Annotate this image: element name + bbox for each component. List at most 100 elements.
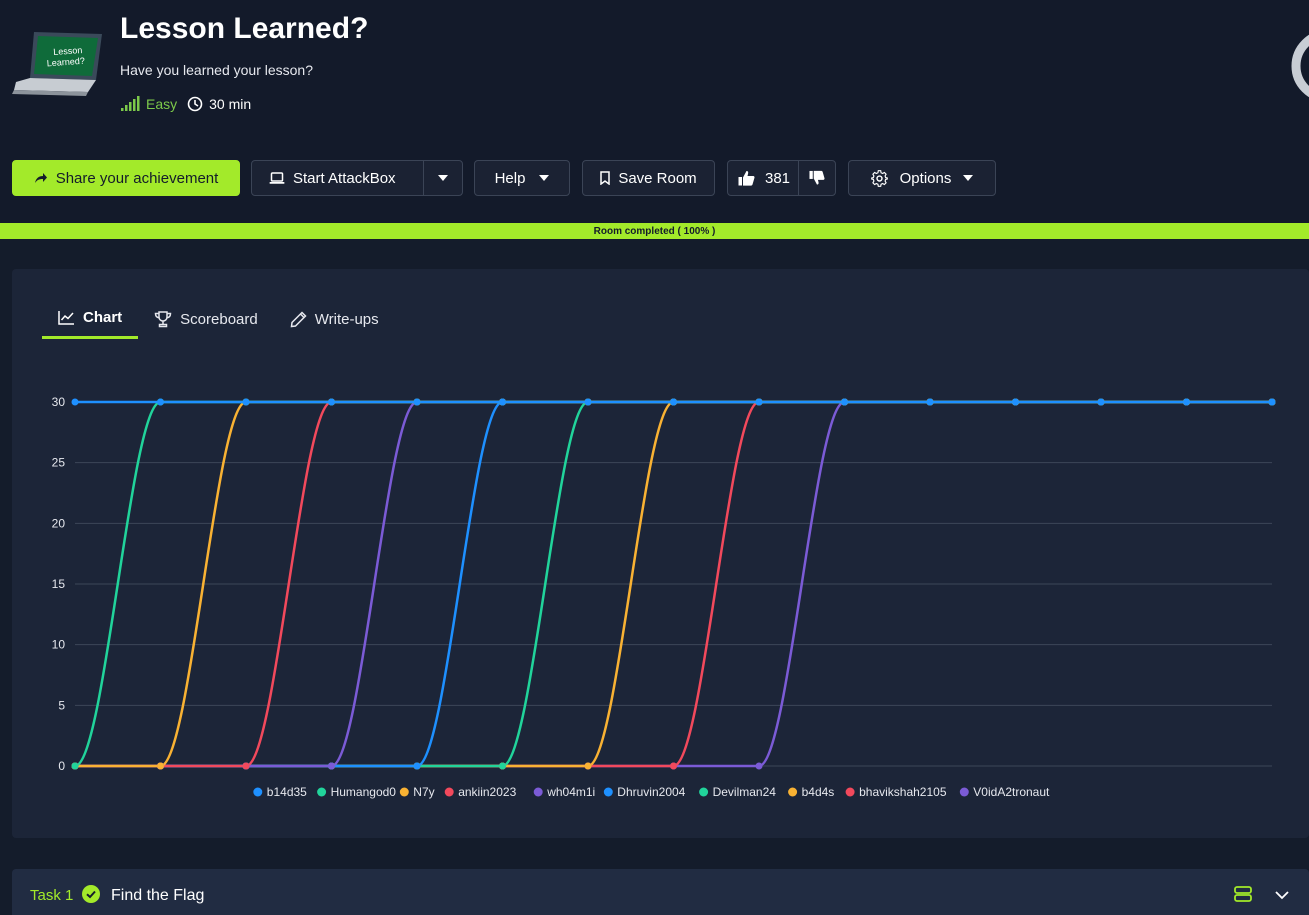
legend-label: b4d4s	[802, 785, 835, 799]
clock-icon	[187, 96, 203, 112]
legend-marker-Humangod0	[317, 787, 327, 797]
legend-label: Dhruvin2004	[617, 785, 685, 799]
legend-marker-bhavikshah2105	[845, 787, 855, 797]
legend-label: Devilman24	[713, 785, 777, 799]
gear-icon	[870, 169, 888, 187]
data-point-b4d4s	[584, 762, 592, 770]
y-tick-label: 25	[52, 456, 66, 470]
bookmark-icon	[600, 171, 611, 185]
like-button[interactable]: 381	[728, 161, 800, 195]
legend-label: bhavikshah2105	[859, 785, 947, 799]
data-point-V0idA2tronaut	[755, 762, 763, 770]
pencil-icon	[290, 310, 307, 327]
chevron-down-icon[interactable]	[1274, 887, 1290, 903]
legend-label: N7y	[413, 785, 434, 799]
data-point-Dhruvin2004	[413, 762, 421, 770]
data-point-b14d35	[1012, 398, 1019, 406]
tab-scoreboard[interactable]: Scoreboard	[138, 299, 274, 339]
save-room-button[interactable]: Save Room	[582, 160, 715, 196]
completion-line-chart: 0 5 10 15 20 25 30 b14d35 Humangod0 N7y ankiin2023…	[52, 395, 1276, 799]
check-circle-icon	[82, 885, 100, 903]
room-progress-bar: Room completed ( 100% )	[0, 223, 1309, 239]
legend-label: Humangod0	[331, 785, 397, 799]
share-arrow-icon	[34, 173, 47, 183]
data-point-ankiin2023	[242, 762, 250, 770]
start-attackbox-button[interactable]: Start AttackBox	[252, 161, 424, 195]
help-label: Help	[494, 169, 526, 187]
legend-label: wh04m1i	[546, 785, 595, 799]
data-point-b14d35	[926, 398, 934, 406]
trophy-icon	[154, 310, 172, 327]
attackbox-label: Start AttackBox	[293, 169, 396, 187]
legend-label: V0idA2tronaut	[973, 785, 1050, 799]
legend-label: b14d35	[267, 785, 307, 799]
share-achievement-button[interactable]: Share your achievement	[12, 160, 240, 196]
tab-chart-label: Chart	[83, 309, 123, 326]
task-row[interactable]: Task 1 Find the Flag	[12, 869, 1309, 915]
difficulty: Easy	[120, 96, 177, 112]
data-point-b14d35	[1268, 398, 1276, 406]
thumbs-down-icon	[809, 170, 825, 185]
chart-panel: Chart Scoreboard Write-ups 0 5 10 15 20 25 30 b…	[12, 269, 1309, 838]
difficulty-label: Easy	[146, 96, 178, 112]
data-point-bhavikshah2105	[670, 762, 677, 770]
data-point-b14d35	[670, 398, 677, 406]
tab-write-ups[interactable]: Write-ups	[274, 299, 395, 339]
data-point-Devilman24	[499, 762, 506, 770]
caret-down-icon	[539, 175, 550, 181]
dislike-button[interactable]	[799, 161, 835, 195]
data-point-b14d35	[328, 398, 335, 406]
legend-marker-Dhruvin2004	[603, 787, 613, 797]
legend-marker-N7y	[399, 787, 409, 797]
room-title: Lesson Learned?	[120, 12, 369, 45]
task-number: Task 1	[30, 887, 74, 904]
caret-down-icon	[963, 175, 974, 181]
data-point-b14d35	[841, 398, 848, 406]
tab-chart[interactable]: Chart	[42, 299, 139, 339]
data-point-b14d35	[413, 398, 421, 406]
completion-ring-icon	[1291, 34, 1309, 98]
data-point-b14d35	[242, 398, 250, 406]
data-point-b14d35	[157, 398, 164, 406]
y-tick-label: 20	[52, 516, 66, 530]
options-button[interactable]: Options	[848, 160, 996, 196]
chart-line-icon	[58, 311, 74, 325]
caret-down-icon	[438, 175, 448, 181]
legend-marker-b4d4s	[788, 787, 798, 797]
data-point-b14d35	[1097, 398, 1105, 406]
panel-tabs: Chart Scoreboard Write-ups	[42, 299, 395, 339]
attackbox-button-group: Start AttackBox	[251, 160, 463, 196]
tab-scoreboard-label: Scoreboard	[180, 310, 258, 328]
options-label: Options	[899, 169, 952, 187]
signal-bars-icon	[121, 96, 140, 111]
y-tick-label: 0	[58, 759, 65, 773]
save-label: Save Room	[618, 169, 697, 187]
y-tick-label: 10	[52, 638, 66, 652]
share-label: Share your achievement	[55, 169, 219, 187]
data-point-Humangod0	[71, 762, 79, 770]
legend-marker-Devilman24	[699, 787, 709, 797]
legend-label: ankiin2023	[458, 785, 516, 799]
task-title: Find the Flag	[111, 887, 205, 904]
layers-icon[interactable]	[1234, 885, 1252, 903]
y-tick-label: 5	[58, 698, 65, 712]
attackbox-dropdown-button[interactable]	[424, 161, 462, 195]
data-point-b14d35	[1183, 398, 1190, 406]
legend-marker-V0idA2tronaut	[959, 787, 969, 797]
like-count: 381	[765, 169, 791, 187]
duration-label: 30 min	[209, 96, 252, 112]
legend-marker-wh04m1i	[533, 787, 543, 797]
duration: 30 min	[187, 96, 251, 112]
legend-marker-b14d35	[253, 787, 263, 797]
room-subtitle: Have you learned your lesson?	[120, 62, 314, 78]
y-tick-label: 15	[52, 577, 66, 591]
data-point-b14d35	[584, 398, 592, 406]
legend-marker-ankiin2023	[444, 787, 454, 797]
thumbs-up-icon	[738, 171, 755, 186]
progress-label: Room completed ( 100% )	[593, 225, 716, 237]
room-meta: Easy 30 min	[120, 96, 251, 112]
room-laptop-icon: Lesson Learned?	[12, 32, 102, 96]
laptop-icon	[269, 172, 285, 184]
data-point-wh04m1i	[328, 762, 335, 770]
help-button[interactable]: Help	[474, 160, 570, 196]
